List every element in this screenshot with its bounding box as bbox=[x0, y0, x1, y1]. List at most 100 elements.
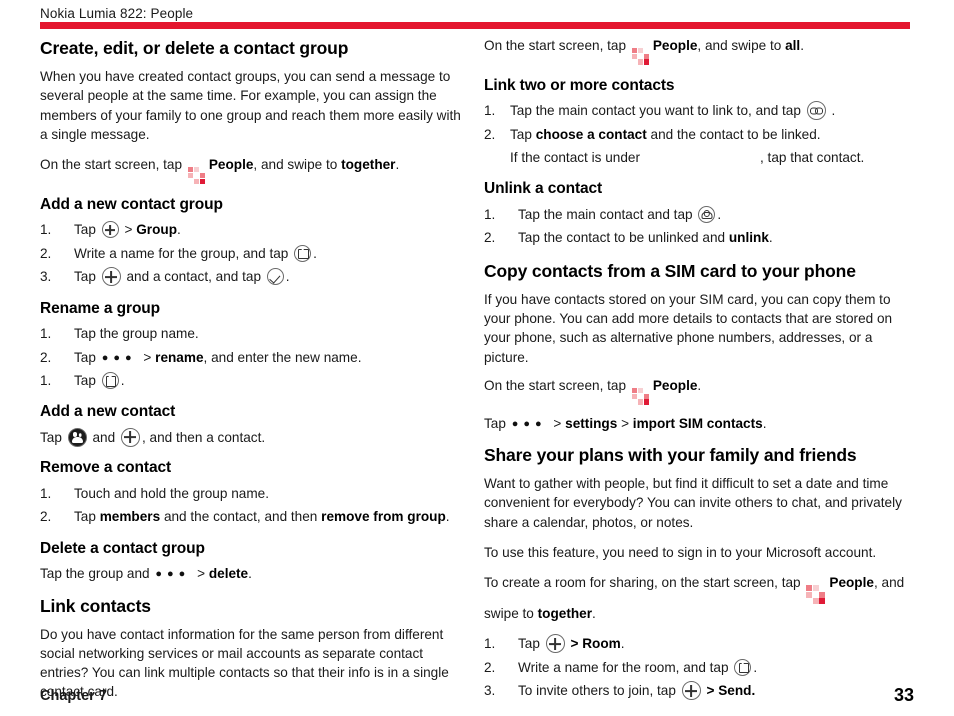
step-bold-choose-a-contact: choose a contact bbox=[535, 126, 647, 142]
section-title-share-your-plans: Share your plans with your family and fr… bbox=[484, 444, 857, 465]
room-suffix: . bbox=[592, 606, 596, 622]
step-text: Write a name for the group, and tap bbox=[74, 245, 289, 261]
start-screen-suffix: . bbox=[800, 38, 804, 53]
step-tail: . bbox=[753, 659, 758, 675]
circle-save-icon bbox=[294, 244, 312, 262]
subsection-remove-a-contact: Remove a contact bbox=[40, 459, 172, 477]
step-number: 3. bbox=[40, 269, 52, 285]
step-tail: . bbox=[313, 245, 317, 261]
app-name-people: People bbox=[652, 38, 698, 53]
sim-menu-instruction: Tap ●●● > settings > import SIM contacts… bbox=[484, 414, 909, 433]
step-bold-room: Room bbox=[582, 636, 621, 652]
page-header-title: Nokia Lumia 822: People bbox=[40, 6, 194, 21]
circle-check-icon bbox=[266, 268, 284, 286]
list-item: 2. Tap the contact to be unlinked and un… bbox=[484, 228, 909, 248]
step-text: Tap bbox=[74, 509, 96, 525]
add-contact-mid: and bbox=[92, 429, 116, 445]
circle-plus-icon bbox=[681, 681, 701, 701]
step-number: 1. bbox=[40, 373, 52, 388]
subsection-add-a-new-contact: Add a new contact bbox=[40, 403, 176, 421]
share-body-1: Want to gather with people, but find it … bbox=[484, 475, 902, 530]
list-item: 1. Tap > Group. bbox=[40, 220, 465, 240]
list-item: 2. Write a name for the room, and tap . bbox=[484, 658, 909, 678]
step-tail: . bbox=[285, 269, 290, 285]
left-column: Create, edit, or delete a contact group … bbox=[40, 36, 465, 713]
step-text: Touch and hold the group name. bbox=[74, 485, 269, 501]
list-item: 2. Tap ●●● > rename, and enter the new n… bbox=[40, 348, 465, 368]
more-dots-icon: ●●● bbox=[101, 351, 137, 364]
step-text: Tap bbox=[510, 126, 532, 142]
subsection-link-two-or-more-contacts: Link two or more contacts bbox=[484, 76, 675, 94]
step-bold-remove-from-group: remove from group bbox=[321, 509, 446, 525]
step-number: 2. bbox=[484, 659, 496, 675]
list-item: 1. Tap the main contact you want to link… bbox=[484, 101, 909, 121]
step-number: 2. bbox=[40, 349, 52, 365]
people-tile-icon bbox=[806, 585, 826, 605]
step-text: Tap bbox=[74, 349, 96, 365]
step-mid: and the contact, and then bbox=[163, 509, 318, 525]
create-room-steps: 1. Tap > Room. 2. Write a name for the r… bbox=[484, 634, 909, 701]
people-tile-icon bbox=[631, 47, 649, 65]
right-column: On the start screen, tap People, and swi… bbox=[484, 36, 909, 710]
step-bold-members: members bbox=[99, 509, 161, 525]
circle-unlink-icon bbox=[698, 206, 716, 224]
step-text: Tap the main contact and tap bbox=[518, 207, 693, 223]
step-number: 1. bbox=[40, 326, 52, 342]
step-text: Write a name for the room, and tap bbox=[518, 659, 729, 675]
start-screen-mid: , and swipe to bbox=[697, 38, 782, 53]
step-number: 1. bbox=[484, 636, 496, 652]
app-name-people: People bbox=[829, 575, 874, 591]
more-dots-icon: ●●● bbox=[511, 417, 547, 430]
step-number: 1. bbox=[40, 485, 52, 501]
start-screen-suffix: . bbox=[395, 157, 400, 173]
add-contact-tail: , and then a contact. bbox=[141, 429, 266, 445]
step-tail: . bbox=[620, 636, 625, 652]
circle-link-icon bbox=[806, 101, 826, 121]
sim-menu-arrow2: > bbox=[621, 415, 630, 431]
step-tail: . bbox=[120, 373, 125, 388]
step-tail: . bbox=[177, 222, 181, 238]
step-tail: and the contact to be linked. bbox=[650, 126, 821, 142]
step-tail: , and enter the new name. bbox=[203, 349, 362, 365]
circle-people-icon bbox=[67, 427, 87, 447]
menu-item-import-sim-contacts: import SIM contacts bbox=[632, 415, 763, 431]
add-group-steps: 1. Tap > Group. 2. Write a name for the … bbox=[40, 220, 465, 287]
circle-plus-icon bbox=[101, 221, 119, 239]
step-number: 3. bbox=[484, 683, 496, 699]
subsection-delete-a-contact-group: Delete a contact group bbox=[40, 539, 205, 557]
circle-plus-icon bbox=[120, 427, 140, 447]
list-item: 2. Tap choose a contact and the contact … bbox=[484, 125, 909, 145]
section-title-copy-sim-contacts: Copy contacts from a SIM card to your ph… bbox=[484, 260, 856, 281]
list-item: 2. Write a name for the group, and tap . bbox=[40, 244, 465, 264]
list-item: 3. To invite others to join, tap > Send. bbox=[484, 681, 909, 701]
start-screen-prefix: On the start screen, tap bbox=[484, 38, 627, 53]
delete-group-pre: Tap the group and bbox=[40, 566, 150, 582]
continuation-post: , tap that contact. bbox=[759, 150, 865, 166]
circle-plus-icon bbox=[101, 267, 121, 287]
step-text: Tap bbox=[518, 636, 540, 652]
step-bold-unlink: unlink bbox=[728, 230, 769, 246]
manual-page: Nokia Lumia 822: People Create, edit, or… bbox=[0, 0, 954, 716]
sim-start-screen-instruction: On the start screen, tap People. bbox=[484, 376, 909, 405]
step-tail: . bbox=[445, 509, 450, 525]
step-tail: . bbox=[768, 230, 773, 246]
list-item: 1. Tap > Room. bbox=[484, 634, 909, 654]
step-arrow: > bbox=[706, 683, 719, 699]
step-tail: . bbox=[831, 103, 836, 119]
list-item: 1. Tap the group name. bbox=[40, 324, 465, 344]
sim-menu-arrow1: > bbox=[553, 415, 562, 431]
list-item: 1. Touch and hold the group name. bbox=[40, 484, 465, 504]
start-screen-instruction: On the start screen, tap People, and swi… bbox=[40, 155, 465, 184]
circle-save-icon bbox=[101, 372, 119, 389]
subsection-unlink-a-contact: Unlink a contact bbox=[484, 180, 603, 198]
step-text: Tap the group name. bbox=[74, 326, 199, 342]
step-text: Tap the contact to be unlinked and bbox=[518, 230, 726, 246]
step-tail: . bbox=[717, 207, 722, 223]
menu-item-settings: settings bbox=[565, 415, 618, 431]
section-title-link-contacts: Link contacts bbox=[40, 595, 151, 616]
subsection-add-new-contact-group: Add a new contact group bbox=[40, 195, 223, 213]
list-item: 1. Tap the main contact and tap . bbox=[484, 205, 909, 225]
unlink-steps: 1. Tap the main contact and tap . 2. Tap… bbox=[484, 205, 909, 249]
swipe-target-together: together bbox=[537, 606, 593, 622]
footer-chapter: Chapter 7 bbox=[40, 688, 107, 704]
